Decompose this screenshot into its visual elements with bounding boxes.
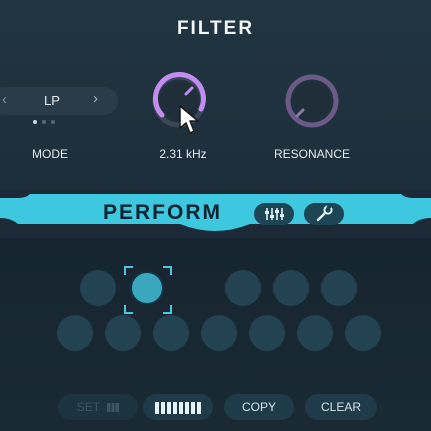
copy-button[interactable]: COPY [224, 394, 294, 420]
set-label: SET [76, 400, 100, 414]
resonance-label: RESONANCE [273, 147, 350, 161]
mode-value: LP [44, 93, 60, 108]
filter-title: FILTER [176, 18, 255, 39]
selection-corner [124, 266, 133, 275]
cutoff-value: 2.31 kHz [159, 147, 207, 161]
sliders-icon [265, 208, 284, 220]
selection-corner [163, 266, 172, 275]
page-dot [51, 120, 55, 124]
mode-label: MODE [32, 147, 68, 161]
piano-keys-icon [155, 401, 201, 414]
sliders-button[interactable] [254, 203, 294, 225]
pad-10[interactable] [249, 315, 285, 351]
selection-corner [163, 305, 172, 314]
pad-6[interactable] [57, 315, 93, 351]
chevron-right-icon[interactable]: › [93, 90, 98, 107]
selection-corner [124, 305, 133, 314]
pad-11[interactable] [297, 315, 333, 351]
pad-8[interactable] [153, 315, 189, 351]
wrench-button[interactable] [304, 203, 344, 225]
piano-keys-icon [107, 403, 120, 413]
page-dot-active [33, 120, 37, 124]
page-dot [42, 120, 46, 124]
pad-5[interactable] [321, 270, 357, 306]
pad-2-selected[interactable] [130, 271, 164, 305]
mode-page-dots [33, 120, 55, 124]
pad-1[interactable] [80, 270, 116, 306]
clear-button[interactable]: CLEAR [305, 394, 377, 420]
pad-4[interactable] [273, 270, 309, 306]
pad-12[interactable] [345, 315, 381, 351]
pad-7[interactable] [105, 315, 141, 351]
resonance-knob[interactable] [280, 72, 344, 130]
chevron-left-icon[interactable]: ‹ [2, 91, 7, 108]
mouse-cursor-icon [179, 105, 199, 134]
pad-3[interactable] [225, 270, 261, 306]
set-button[interactable]: SET [58, 394, 138, 420]
keys-button[interactable] [143, 394, 213, 420]
pad-9[interactable] [201, 315, 237, 351]
perform-title: PERFORM [103, 201, 222, 224]
wrench-icon [316, 204, 333, 222]
